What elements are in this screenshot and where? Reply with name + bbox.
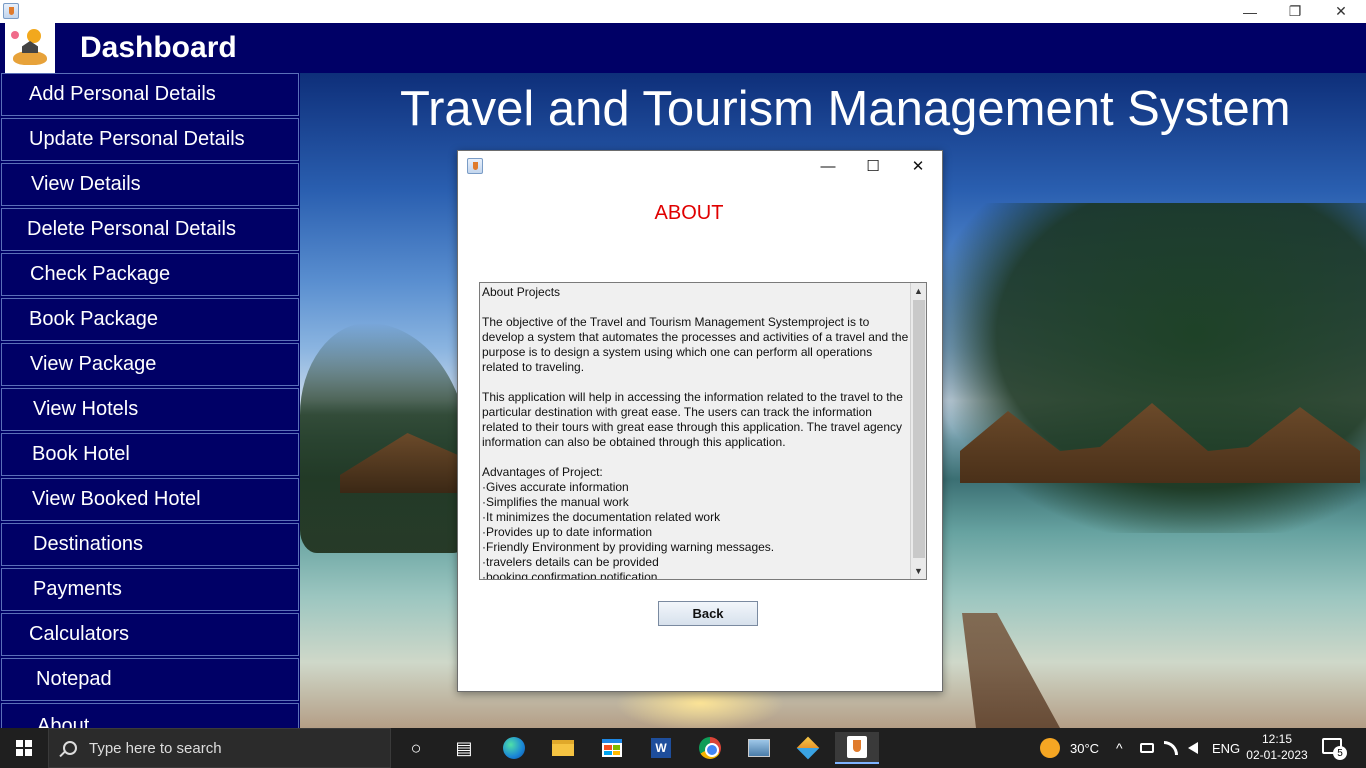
sidebar-item-delete-personal-details[interactable]: Delete Personal Details <box>1 208 299 251</box>
sidebar-item-destinations[interactable]: Destinations <box>1 523 299 566</box>
sidebar-item-view-hotels[interactable]: View Hotels <box>1 388 299 431</box>
time: 12:15 <box>1261 732 1293 746</box>
restore-button[interactable]: ❐ <box>1272 0 1318 23</box>
sidebar-item-add-personal-details[interactable]: Add Personal Details <box>1 73 299 116</box>
date: 02-01-2023 <box>1246 748 1308 762</box>
sidebar-item-update-personal-details[interactable]: Update Personal Details <box>1 118 299 161</box>
sidebar-item-view-details[interactable]: View Details <box>1 163 299 206</box>
wifi-icon <box>1164 741 1178 755</box>
java-app-icon <box>3 3 19 19</box>
taskbar: Type here to search ○ ▤ W 30°C ^ ENG 12:… <box>0 728 1366 768</box>
file-explorer-icon[interactable] <box>541 732 585 764</box>
java-icon[interactable] <box>835 732 879 764</box>
weather-icon <box>1040 738 1060 758</box>
sidebar-item-book-hotel[interactable]: Book Hotel <box>1 433 299 476</box>
cortana-icon[interactable]: ○ <box>394 732 438 764</box>
java-app-icon <box>467 158 483 174</box>
about-dialog: — ☐ ✕ ABOUT About Projects The objective… <box>457 150 943 692</box>
sidebar-item-view-package[interactable]: View Package <box>1 343 299 386</box>
edge-icon[interactable] <box>492 732 536 764</box>
dialog-minimize-button[interactable]: — <box>806 153 850 179</box>
windows-start-icon[interactable] <box>0 728 48 768</box>
sidebar-item-book-package[interactable]: Book Package <box>1 298 299 341</box>
dashboard-header: Dashboard <box>0 23 1366 73</box>
vertical-scrollbar[interactable]: ▲ ▼ <box>910 283 926 579</box>
photos-icon[interactable] <box>737 732 781 764</box>
system-banner-title: Travel and Tourism Management System <box>400 82 1291 136</box>
clock[interactable]: 12:15 02-01-2023 <box>1240 731 1314 763</box>
page-title: Dashboard <box>80 31 237 64</box>
search-placeholder: Type here to search <box>89 739 222 757</box>
store-icon[interactable] <box>590 732 634 764</box>
sidebar-item-check-package[interactable]: Check Package <box>1 253 299 296</box>
scroll-down-button[interactable]: ▼ <box>911 563 926 579</box>
travel-logo-icon <box>5 23 55 73</box>
network-icon <box>1140 743 1154 753</box>
dialog-close-button[interactable]: ✕ <box>896 153 940 179</box>
chrome-icon[interactable] <box>688 732 732 764</box>
dialog-body: ABOUT About Projects The objective of th… <box>458 181 942 691</box>
window-titlebar: — ❐ ✕ <box>0 0 1366 23</box>
scroll-up-button[interactable]: ▲ <box>911 283 926 299</box>
sidebar-item-about[interactable]: About <box>1 703 299 728</box>
scroll-thumb[interactable] <box>913 300 925 558</box>
back-button[interactable]: Back <box>658 601 758 626</box>
dialog-maximize-button[interactable]: ☐ <box>851 153 895 179</box>
sidebar-item-view-booked-hotel[interactable]: View Booked Hotel <box>1 478 299 521</box>
sidebar: Add Personal Details Update Personal Det… <box>0 73 300 728</box>
sidebar-item-calculators[interactable]: Calculators <box>1 613 299 656</box>
volume-icon <box>1188 742 1198 754</box>
show-hidden-icons-button[interactable]: ^ <box>1116 728 1123 768</box>
search-icon <box>63 741 77 755</box>
about-text: About Projects The objective of the Trav… <box>482 285 909 580</box>
task-view-icon[interactable]: ▤ <box>442 732 486 764</box>
temperature: 30°C <box>1070 740 1100 756</box>
virtualbox-icon[interactable] <box>786 732 830 764</box>
background-palms <box>940 203 1366 533</box>
sidebar-item-notepad[interactable]: Notepad <box>1 658 299 701</box>
taskbar-search-input[interactable]: Type here to search <box>48 728 391 768</box>
language-indicator[interactable]: ENG <box>1212 728 1240 768</box>
about-text-area[interactable]: About Projects The objective of the Trav… <box>479 282 927 580</box>
minimize-button[interactable]: — <box>1227 0 1273 23</box>
sidebar-item-payments[interactable]: Payments <box>1 568 299 611</box>
weather-widget[interactable]: 30°C <box>1040 728 1099 768</box>
system-tray-icons[interactable] <box>1140 728 1198 768</box>
dialog-titlebar: — ☐ ✕ <box>458 151 942 181</box>
notification-badge: 5 <box>1333 746 1347 760</box>
word-icon[interactable]: W <box>639 732 683 764</box>
close-button[interactable]: ✕ <box>1318 0 1364 23</box>
about-heading: ABOUT <box>654 202 724 224</box>
background-palms-left <box>300 323 470 553</box>
